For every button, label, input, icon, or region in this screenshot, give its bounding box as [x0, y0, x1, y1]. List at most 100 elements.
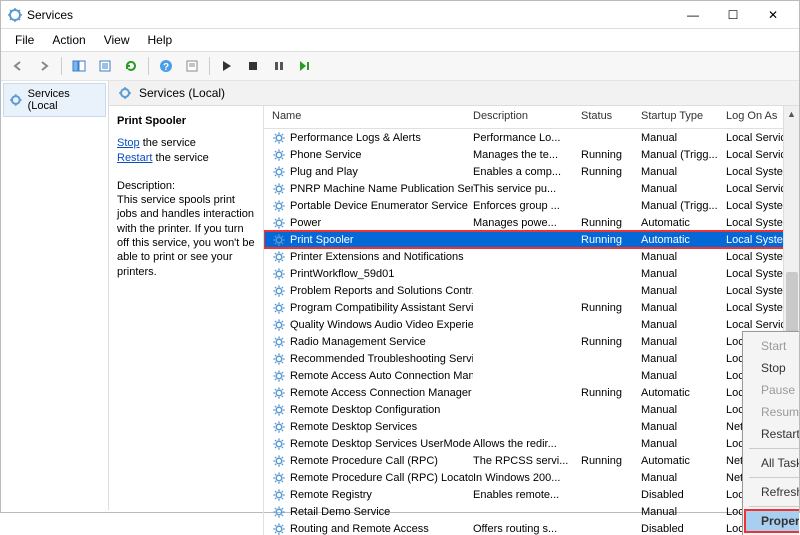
ctx-refresh[interactable]: Refresh	[745, 481, 799, 503]
service-startup: Automatic	[641, 387, 726, 399]
stop-service-button[interactable]	[242, 55, 264, 77]
help-button[interactable]: ?	[155, 55, 177, 77]
service-description: Manages the te...	[473, 149, 581, 161]
service-description: Allows the redir...	[473, 438, 581, 450]
service-startup: Manual	[641, 472, 726, 484]
description-text: This service spools print jobs and handl…	[117, 193, 255, 279]
service-startup: Manual	[641, 336, 726, 348]
menu-view[interactable]: View	[96, 31, 138, 49]
menu-help[interactable]: Help	[140, 31, 181, 49]
service-gear-icon	[272, 335, 286, 349]
service-gear-icon	[272, 437, 286, 451]
list-pane: Name Description Status Startup Type Log…	[264, 106, 799, 535]
service-row[interactable]: Remote Desktop Services UserMode Port R.…	[264, 435, 799, 452]
service-gear-icon	[272, 250, 286, 264]
service-row[interactable]: Portable Device Enumerator ServiceEnforc…	[264, 197, 799, 214]
service-gear-icon	[272, 148, 286, 162]
show-hide-tree-button[interactable]	[68, 55, 90, 77]
service-row[interactable]: Performance Logs & AlertsPerformance Lo.…	[264, 129, 799, 146]
service-row[interactable]: Print SpoolerRunningAutomaticLocal Syste…	[264, 231, 799, 248]
service-name: Retail Demo Service	[290, 506, 390, 518]
export-list-button[interactable]	[94, 55, 116, 77]
ctx-properties[interactable]: Properties	[745, 510, 799, 532]
service-gear-icon	[272, 182, 286, 196]
refresh-button[interactable]	[120, 55, 142, 77]
service-name: Remote Procedure Call (RPC) Locator	[290, 472, 473, 484]
service-row[interactable]: Remote RegistryEnables remote...Disabled…	[264, 486, 799, 503]
service-startup: Manual (Trigg...	[641, 200, 726, 212]
service-row[interactable]: Recommended Troubleshooting Servi...Manu…	[264, 350, 799, 367]
service-gear-icon	[272, 318, 286, 332]
column-header-status[interactable]: Status	[581, 110, 641, 122]
service-startup: Automatic	[641, 455, 726, 467]
service-row[interactable]: Remote Procedure Call (RPC)The RPCSS ser…	[264, 452, 799, 469]
service-gear-icon	[272, 420, 286, 434]
window-title: Services	[27, 8, 73, 22]
tree-item-services-local[interactable]: Services (Local	[3, 83, 106, 117]
service-row[interactable]: Remote Desktop ServicesManualNetwork Se.…	[264, 418, 799, 435]
stop-suffix: the service	[140, 137, 196, 149]
service-name: Problem Reports and Solutions Contr...	[290, 285, 473, 297]
service-name: Portable Device Enumerator Service	[290, 200, 468, 212]
service-row[interactable]: Remote Procedure Call (RPC) LocatorIn Wi…	[264, 469, 799, 486]
service-row[interactable]: Printer Extensions and NotificationsManu…	[264, 248, 799, 265]
service-row[interactable]: Plug and PlayEnables a comp...RunningMan…	[264, 163, 799, 180]
restart-service-link[interactable]: Restart	[117, 152, 152, 164]
service-row[interactable]: PowerManages powe...RunningAutomaticLoca…	[264, 214, 799, 231]
service-row[interactable]: Remote Desktop ConfigurationManualLocal …	[264, 401, 799, 418]
ctx-stop[interactable]: Stop	[745, 357, 799, 379]
service-startup: Manual	[641, 251, 726, 263]
service-row[interactable]: Retail Demo ServiceManualLocal System	[264, 503, 799, 520]
service-startup: Manual	[641, 353, 726, 365]
description-pane: Print Spooler Stop the service Restart t…	[109, 106, 264, 535]
ctx-all-tasks[interactable]: All Tasks	[745, 452, 799, 474]
service-description: Performance Lo...	[473, 132, 581, 144]
main-header: Services (Local)	[109, 81, 799, 106]
service-description: The RPCSS servi...	[473, 455, 581, 467]
tree-pane: Services (Local	[1, 81, 109, 510]
list-header: Name Description Status Startup Type Log…	[264, 106, 799, 129]
service-row[interactable]: Remote Access Connection ManagerRunningA…	[264, 384, 799, 401]
column-header-description[interactable]: Description	[473, 110, 581, 122]
scroll-up-button[interactable]: ▲	[784, 106, 799, 122]
ctx-separator	[749, 448, 799, 449]
menubar: File Action View Help	[1, 29, 799, 52]
close-button[interactable]: ✕	[753, 3, 793, 27]
restart-service-button[interactable]	[294, 55, 316, 77]
nav-forward-button[interactable]	[33, 55, 55, 77]
maximize-button[interactable]: ☐	[713, 3, 753, 27]
service-row[interactable]: Remote Access Auto Connection Man...Manu…	[264, 367, 799, 384]
start-service-button[interactable]	[216, 55, 238, 77]
service-startup: Manual	[641, 302, 726, 314]
ctx-restart[interactable]: Restart	[745, 423, 799, 445]
service-name: Radio Management Service	[290, 336, 426, 348]
service-row[interactable]: PNRP Machine Name Publication ServiceThi…	[264, 180, 799, 197]
service-description: In Windows 200...	[473, 472, 581, 484]
properties-button[interactable]	[181, 55, 203, 77]
ctx-separator	[749, 477, 799, 478]
stop-service-link[interactable]: Stop	[117, 137, 140, 149]
service-status: Running	[581, 387, 641, 399]
svg-text:?: ?	[163, 62, 169, 73]
nav-back-button[interactable]	[7, 55, 29, 77]
service-name: PNRP Machine Name Publication Service	[290, 183, 473, 195]
service-row[interactable]: Radio Management ServiceRunningManualLoc…	[264, 333, 799, 350]
column-header-name[interactable]: Name	[268, 110, 473, 122]
service-startup: Manual	[641, 370, 726, 382]
service-description: This service pu...	[473, 183, 581, 195]
service-row[interactable]: Phone ServiceManages the te...RunningMan…	[264, 146, 799, 163]
service-row[interactable]: Routing and Remote AccessOffers routing …	[264, 520, 799, 535]
menu-action[interactable]: Action	[44, 31, 93, 49]
service-startup: Manual	[641, 166, 726, 178]
menu-file[interactable]: File	[7, 31, 42, 49]
service-row[interactable]: Quality Windows Audio Video Experie...Ma…	[264, 316, 799, 333]
service-gear-icon	[272, 403, 286, 417]
column-header-startup[interactable]: Startup Type	[641, 110, 726, 122]
service-status: Running	[581, 302, 641, 314]
service-name: Routing and Remote Access	[290, 523, 429, 535]
minimize-button[interactable]: —	[673, 3, 713, 27]
service-row[interactable]: PrintWorkflow_59d01ManualLocal System	[264, 265, 799, 282]
service-row[interactable]: Program Compatibility Assistant Servi...…	[264, 299, 799, 316]
pause-service-button[interactable]	[268, 55, 290, 77]
service-row[interactable]: Problem Reports and Solutions Contr...Ma…	[264, 282, 799, 299]
